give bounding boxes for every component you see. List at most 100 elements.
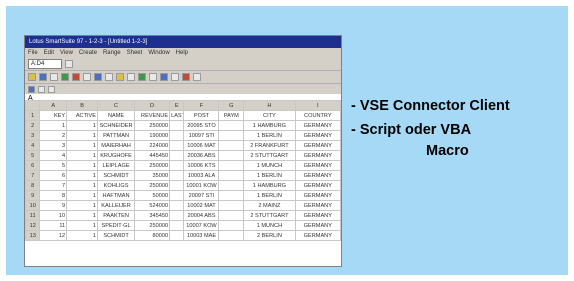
table-cell[interactable]: GERMANY: [294, 130, 341, 141]
undo-icon[interactable]: [72, 73, 80, 81]
table-cell[interactable]: 10006 MAT: [183, 140, 220, 151]
menu-window[interactable]: Window: [148, 48, 169, 58]
bold-icon[interactable]: [116, 73, 124, 81]
table-cell[interactable]: GERMANY: [294, 160, 341, 171]
table-cell[interactable]: LEIPLAGE: [97, 160, 136, 171]
cut-icon[interactable]: [83, 73, 91, 81]
table-cell[interactable]: 1 MUNCH: [243, 220, 296, 231]
table-cell[interactable]: [218, 170, 245, 181]
table-cell[interactable]: 1: [66, 220, 99, 231]
row-header[interactable]: 8: [25, 180, 41, 191]
table-cell[interactable]: 1: [66, 170, 99, 181]
table-cell[interactable]: 50000: [134, 190, 171, 201]
table-cell[interactable]: 10097 STI: [183, 130, 220, 141]
row-header[interactable]: 3: [25, 130, 41, 141]
table-cell[interactable]: 2 STUTTGART: [243, 210, 296, 221]
column-header[interactable]: G: [218, 100, 245, 111]
table-cell[interactable]: [169, 190, 185, 201]
menu-create[interactable]: Create: [79, 48, 97, 58]
table-cell[interactable]: [169, 150, 185, 161]
table-cell[interactable]: 445450: [134, 150, 171, 161]
table-cell[interactable]: LAST: [169, 110, 185, 121]
table-cell[interactable]: 4: [39, 150, 68, 161]
table-cell[interactable]: 1: [66, 180, 99, 191]
table-cell[interactable]: 12: [39, 230, 68, 241]
table-cell[interactable]: 11: [39, 220, 68, 231]
column-header[interactable]: B: [66, 100, 99, 111]
table-cell[interactable]: 2 STUTTGART: [243, 150, 296, 161]
table-cell[interactable]: 1 BERLIN: [243, 170, 296, 181]
table-cell[interactable]: [169, 140, 185, 151]
worksheet-grid[interactable]: A B C D E F G H I 1 KEY ACTIVE NAME REVENUE L…: [25, 100, 341, 266]
table-cell[interactable]: SCHNEIDER: [97, 120, 136, 131]
table-cell[interactable]: 20036 ABS: [183, 150, 220, 161]
toolbar-button-icon[interactable]: [65, 60, 73, 68]
italic-icon[interactable]: [127, 73, 135, 81]
table-cell[interactable]: [218, 220, 245, 231]
copy-icon[interactable]: [94, 73, 102, 81]
column-header[interactable]: C: [97, 100, 136, 111]
table-cell[interactable]: 190000: [134, 130, 171, 141]
table-cell[interactable]: PATTMAN: [97, 130, 136, 141]
table-cell[interactable]: GERMANY: [294, 150, 341, 161]
table-cell[interactable]: 524000: [134, 200, 171, 211]
table-cell[interactable]: 8: [39, 190, 68, 201]
row-header[interactable]: 1: [25, 110, 41, 121]
table-cell[interactable]: 1: [66, 130, 99, 141]
row-header[interactable]: 6: [25, 160, 41, 171]
save-icon[interactable]: [39, 73, 47, 81]
table-cell[interactable]: 1: [66, 140, 99, 151]
table-cell[interactable]: KRUGHOFE: [97, 150, 136, 161]
sort-icon[interactable]: [160, 73, 168, 81]
table-cell[interactable]: COUNTRY: [294, 110, 341, 121]
table-cell[interactable]: KOHLIGS: [97, 180, 136, 191]
sum-icon[interactable]: [149, 73, 157, 81]
table-cell[interactable]: 10001 KOW: [183, 180, 220, 191]
table-cell[interactable]: 2 MAINZ: [243, 200, 296, 211]
table-cell[interactable]: 10002 MAT: [183, 200, 220, 211]
table-cell[interactable]: [218, 180, 245, 191]
table-cell[interactable]: GERMANY: [294, 230, 341, 241]
table-cell[interactable]: GERMANY: [294, 170, 341, 181]
table-cell[interactable]: 3: [39, 140, 68, 151]
table-cell[interactable]: 20095 STO: [183, 120, 220, 131]
table-cell[interactable]: [218, 210, 245, 221]
table-cell[interactable]: 10007 KOW: [183, 220, 220, 231]
table-cell[interactable]: [169, 160, 185, 171]
corner-cell[interactable]: [25, 100, 41, 111]
table-cell[interactable]: 20097 STI: [183, 190, 220, 201]
row-header[interactable]: 5: [25, 150, 41, 161]
column-header[interactable]: A: [39, 100, 68, 111]
table-cell[interactable]: [218, 140, 245, 151]
table-cell[interactable]: SPEDIT GL: [97, 220, 136, 231]
row-header[interactable]: 9: [25, 190, 41, 201]
align-icon[interactable]: [193, 73, 201, 81]
table-cell[interactable]: GERMANY: [294, 190, 341, 201]
menu-edit[interactable]: Edit: [44, 48, 54, 58]
table-cell[interactable]: [169, 210, 185, 221]
table-cell[interactable]: 1 HAMBURG: [243, 180, 296, 191]
table-cell[interactable]: [169, 230, 185, 241]
table-cell[interactable]: 10: [39, 210, 68, 221]
table-cell[interactable]: 2: [39, 130, 68, 141]
table-cell[interactable]: 35000: [134, 170, 171, 181]
chart-icon[interactable]: [138, 73, 146, 81]
table-cell[interactable]: 10003 ALA: [183, 170, 220, 181]
table-cell[interactable]: [218, 200, 245, 211]
table-cell[interactable]: [218, 160, 245, 171]
row-header[interactable]: 13: [25, 230, 41, 241]
table-cell[interactable]: 20004 ABS: [183, 210, 220, 221]
table-cell[interactable]: 250000: [134, 220, 171, 231]
table-cell[interactable]: 1: [66, 120, 99, 131]
table-cell[interactable]: SCHMIDT: [97, 230, 136, 241]
table-cell[interactable]: 224000: [134, 140, 171, 151]
table-cell[interactable]: [218, 130, 245, 141]
table-cell[interactable]: [169, 170, 185, 181]
row-header[interactable]: 10: [25, 200, 41, 211]
column-header[interactable]: D: [134, 100, 171, 111]
table-cell[interactable]: [169, 120, 185, 131]
table-cell[interactable]: 2 BERLIN: [243, 230, 296, 241]
table-cell[interactable]: 7: [39, 180, 68, 191]
table-cell[interactable]: 1 HAMBURG: [243, 120, 296, 131]
table-cell[interactable]: 80000: [134, 230, 171, 241]
